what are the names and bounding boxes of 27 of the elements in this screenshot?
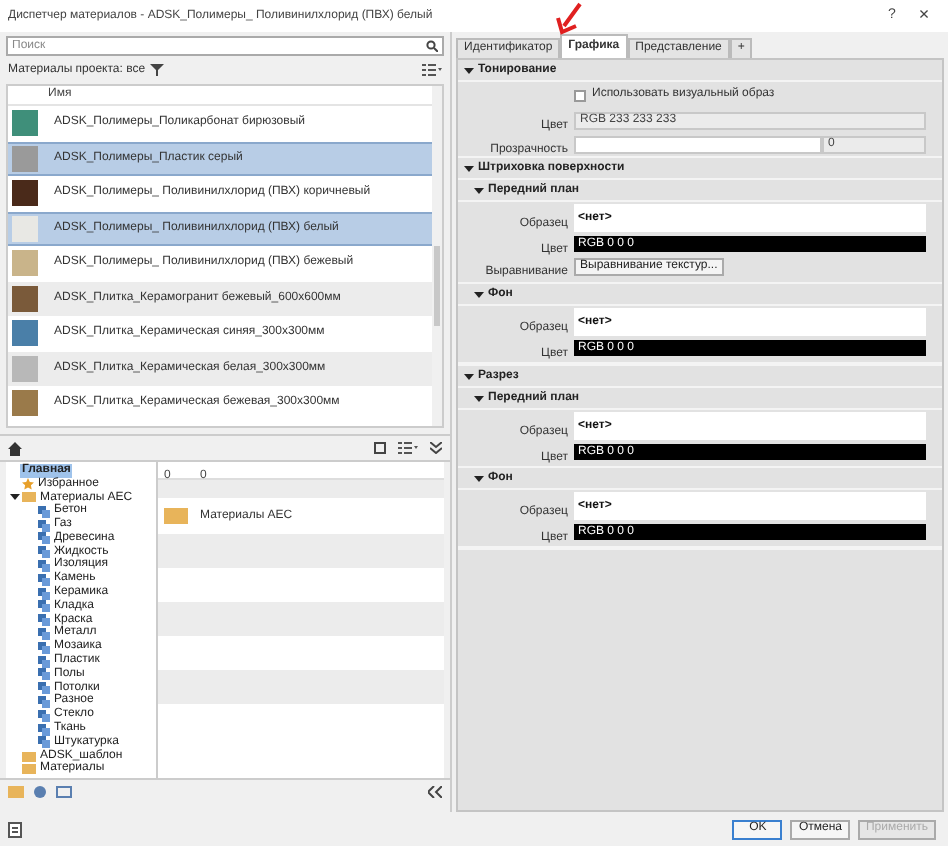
- expanded-triangle-icon[interactable]: [464, 163, 474, 173]
- expanded-triangle-icon[interactable]: [10, 492, 20, 503]
- close-button[interactable]: ×: [908, 2, 940, 30]
- scrollbar[interactable]: [432, 86, 442, 426]
- expanded-triangle-icon[interactable]: [474, 393, 484, 403]
- arrow-drawing: [556, 2, 584, 36]
- window-icon[interactable]: [374, 442, 386, 454]
- list-view-icon[interactable]: [422, 64, 442, 76]
- search-icon[interactable]: [426, 40, 438, 52]
- list-view-icon[interactable]: [398, 442, 418, 454]
- expanded-triangle-icon[interactable]: [464, 65, 474, 75]
- folder-icon: [164, 508, 188, 524]
- star-icon: [22, 478, 34, 491]
- transparency-slider[interactable]: [574, 135, 822, 153]
- filter-icon[interactable]: [149, 64, 164, 76]
- home-icon[interactable]: [8, 441, 22, 455]
- collapse-icon[interactable]: [428, 785, 442, 797]
- expanded-triangle-icon[interactable]: [474, 185, 484, 195]
- chevron-down-icon[interactable]: [430, 442, 442, 454]
- checkbox[interactable]: [574, 89, 586, 101]
- expanded-triangle-icon[interactable]: [474, 289, 484, 299]
- globe-icon[interactable]: [34, 785, 46, 797]
- expanded-triangle-icon[interactable]: [474, 473, 484, 483]
- expanded-triangle-icon[interactable]: [464, 371, 474, 381]
- folder-icon: [22, 492, 36, 503]
- window-icon[interactable]: [56, 785, 72, 797]
- document-icon[interactable]: [8, 821, 24, 837]
